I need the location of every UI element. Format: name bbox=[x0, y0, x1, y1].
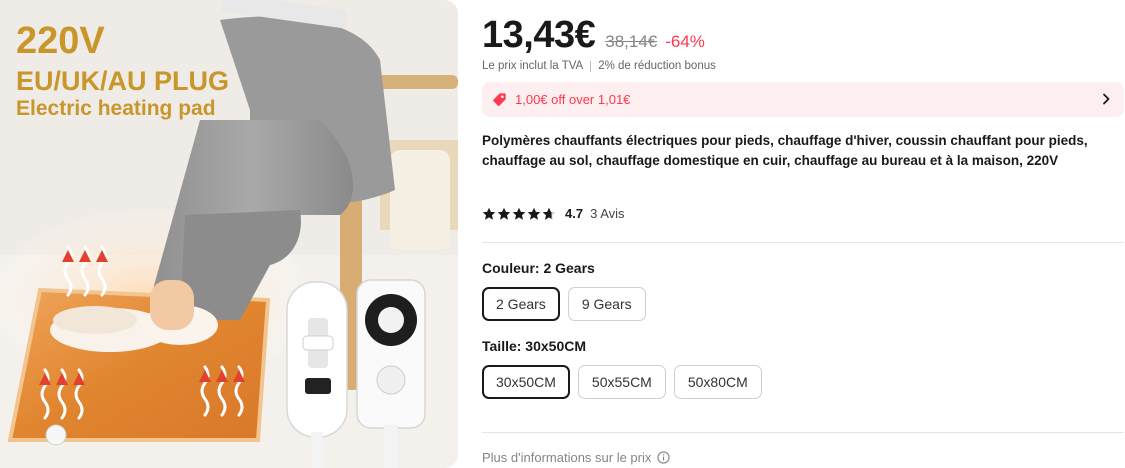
rating-row[interactable]: 4.7 3 Avis bbox=[482, 206, 625, 221]
hero-voltage-text: 220V bbox=[16, 20, 105, 62]
star-icon bbox=[482, 207, 496, 220]
price-note: Le prix inclut la TVA 2% de réduction bo… bbox=[482, 60, 716, 72]
star-icon bbox=[497, 207, 511, 220]
note-separator bbox=[590, 60, 592, 72]
coupon-banner[interactable]: 1,00€ off over 1,01€ bbox=[482, 82, 1124, 117]
size-option-label: Taille: 30x50CM bbox=[482, 338, 587, 354]
bonus-note: 2% de réduction bonus bbox=[598, 60, 716, 72]
size-option-30x50[interactable]: 30x50CM bbox=[482, 365, 570, 399]
star-icon bbox=[527, 207, 541, 220]
hero-description-text: Electric heating pad bbox=[16, 97, 216, 120]
rating-value: 4.7 bbox=[565, 206, 584, 221]
more-price-info-link[interactable]: Plus d'informations sur le prix bbox=[482, 450, 671, 465]
hero-plug-text: EU/UK/AU PLUG bbox=[16, 66, 230, 96]
size-option-50x55[interactable]: 50x55CM bbox=[577, 365, 666, 399]
product-title: Polymères chauffants électriques pour pi… bbox=[482, 133, 1088, 168]
coupon-text: 1,00€ off over 1,01€ bbox=[515, 92, 631, 107]
chevron-right-icon bbox=[1103, 93, 1110, 105]
price-row: 13,43€ 38,14€ -64% bbox=[482, 14, 705, 57]
tax-note: Le prix inclut la TVA bbox=[482, 60, 584, 72]
star-icon bbox=[512, 207, 526, 220]
current-price: 13,43€ bbox=[482, 14, 596, 56]
divider bbox=[482, 242, 1124, 243]
product-image[interactable]: 220V EU/UK/AU PLUG Electric heating pad bbox=[0, 0, 458, 468]
more-info-text: Plus d'informations sur le prix bbox=[482, 450, 652, 465]
color-option-group: 2 Gears 9 Gears bbox=[482, 287, 654, 321]
color-option-label: Couleur: 2 Gears bbox=[482, 260, 595, 276]
original-price: 38,14€ bbox=[605, 32, 658, 51]
discount-badge: -64% bbox=[665, 32, 705, 51]
size-option-group: 30x50CM 50x55CM 50x80CM bbox=[482, 365, 770, 399]
color-option-9-gears[interactable]: 9 Gears bbox=[567, 287, 646, 321]
divider bbox=[482, 432, 1124, 433]
color-option-2-gears[interactable]: 2 Gears bbox=[482, 287, 560, 321]
half-star-icon bbox=[542, 207, 556, 220]
size-option-50x80[interactable]: 50x80CM bbox=[673, 365, 762, 399]
star-rating bbox=[482, 207, 557, 221]
info-icon bbox=[657, 451, 671, 464]
tag-icon bbox=[492, 92, 507, 107]
review-count-link[interactable]: 3 Avis bbox=[590, 206, 624, 221]
